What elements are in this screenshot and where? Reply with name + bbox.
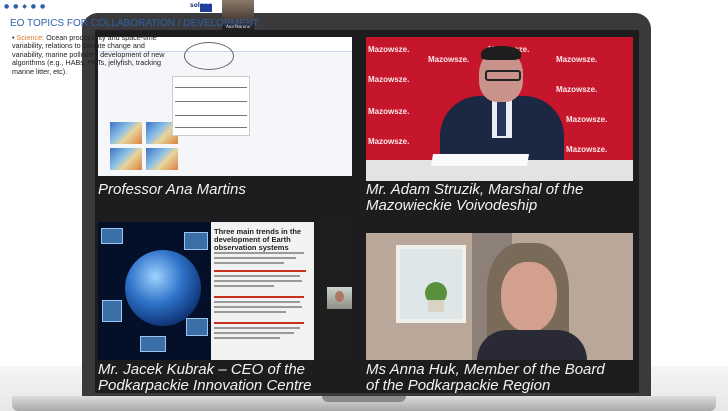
backdrop-word: Mazowsze. xyxy=(556,85,598,94)
text-line xyxy=(214,285,274,287)
diagram-figure xyxy=(184,42,234,70)
backdrop-word: Mazowsze. xyxy=(368,137,410,146)
plant-pot xyxy=(428,300,444,312)
backdrop-word: Mazowsze. xyxy=(566,145,608,154)
caption-tile3-line2: Podkarpackie Innovation Centre xyxy=(98,377,312,394)
mini-speaker-head xyxy=(335,291,344,302)
backdrop-word: Mazowsze. xyxy=(428,55,470,64)
slide-title: Three main trends in the development of … xyxy=(214,227,302,252)
backdrop-word: Mazowsze. xyxy=(566,115,608,124)
data-panel xyxy=(184,232,208,250)
speaker-tie xyxy=(497,100,506,136)
text-line xyxy=(214,280,302,282)
text-line-highlight xyxy=(214,296,304,298)
ocean-map xyxy=(110,122,142,144)
time-series-graph xyxy=(172,76,250,136)
glasses-icon xyxy=(485,70,521,81)
text-line-highlight xyxy=(214,322,304,324)
speaker-body xyxy=(477,330,587,360)
speaker-hair xyxy=(481,46,521,60)
text-line xyxy=(214,275,300,277)
data-panel xyxy=(140,336,166,352)
partner-logos: ● ● ◆ ● ● xyxy=(4,3,47,10)
backdrop-word: Mazowsze. xyxy=(368,45,410,54)
backdrop-word: Mazowsze. xyxy=(368,75,410,84)
papers xyxy=(430,154,530,166)
text-line xyxy=(214,257,296,259)
text-line xyxy=(214,301,300,303)
caption-tile2-line2: Mazowieckie Voivodeship xyxy=(366,197,538,214)
slide-bullet: • Science: Ocean productivity and space-… xyxy=(12,33,165,76)
text-line xyxy=(214,337,280,339)
speaker-face xyxy=(501,262,557,332)
text-line xyxy=(214,332,294,334)
caption-tile4-line2: of the Podkarpackie Region xyxy=(366,377,551,394)
caption-tile3-line1: Mr. Jacek Kubrak – CEO of the xyxy=(98,361,306,378)
text-line xyxy=(214,252,304,254)
text-line xyxy=(214,311,286,313)
data-panel xyxy=(101,228,123,244)
data-panel xyxy=(186,318,208,336)
laptop-notch xyxy=(322,396,406,402)
eu-flag-icon xyxy=(200,4,212,12)
ocean-map xyxy=(146,148,178,170)
text-line xyxy=(214,262,284,264)
backdrop-word: Mazowsze. xyxy=(368,107,410,116)
caption-tile2-line1: Mr. Adam Struzik, Marshal of the xyxy=(366,181,584,198)
text-line xyxy=(214,327,300,329)
text-line xyxy=(214,306,302,308)
ocean-map xyxy=(110,148,142,170)
caption-tile1: Professor Ana Martins xyxy=(98,181,246,198)
slide-title: EO TOPICS FOR COLLABORATION / DEVELOPMEN… xyxy=(10,18,259,29)
backdrop-word: Mazowsze. xyxy=(556,55,598,64)
text-line-highlight xyxy=(214,270,306,272)
data-panel xyxy=(102,300,122,322)
earth-globe xyxy=(125,250,201,326)
caption-tile4-line1: Ms Anna Huk, Member of the Board xyxy=(366,361,605,378)
